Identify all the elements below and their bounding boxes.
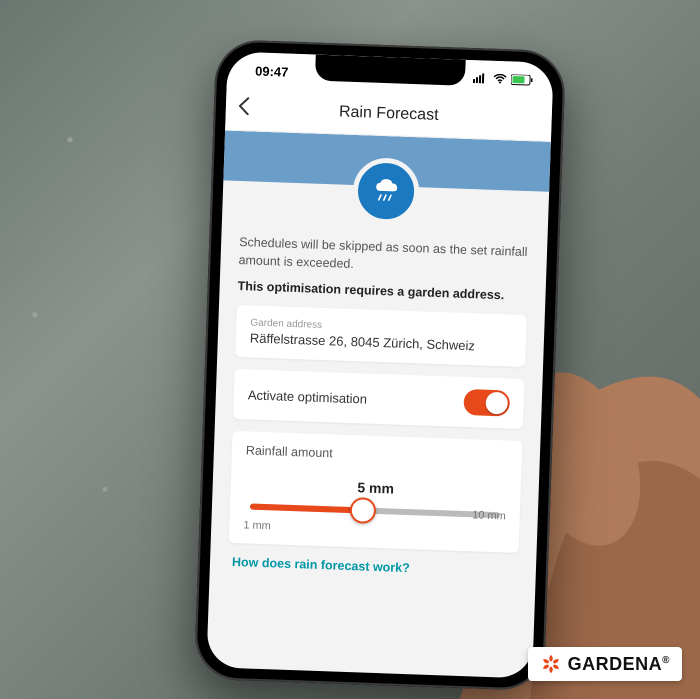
- phone-notch: [315, 55, 466, 86]
- activate-label: Activate optimisation: [248, 387, 368, 406]
- signal-icon: [473, 73, 489, 84]
- rain-cloud-icon: [352, 157, 420, 225]
- battery-icon: [511, 74, 533, 86]
- back-button[interactable]: [237, 97, 250, 121]
- slider-min: 1 mm: [243, 520, 271, 533]
- rainfall-label: Rainfall amount: [246, 444, 508, 467]
- page-title: Rain Forecast: [226, 99, 552, 128]
- brand-badge: GARDENA®: [528, 647, 682, 681]
- toggle-knob: [485, 392, 508, 415]
- phone-screen: 09:47 Rain Forecast: [206, 51, 553, 678]
- activate-toggle[interactable]: [463, 389, 510, 417]
- slider-fill: [250, 504, 363, 514]
- rainfall-slider[interactable]: [250, 504, 500, 519]
- chevron-left-icon: [238, 97, 251, 115]
- wifi-icon: [493, 74, 507, 84]
- address-card[interactable]: Garden address Räffelstrasse 26, 8045 Zü…: [235, 305, 527, 367]
- scene-background: 09:47 Rain Forecast: [0, 0, 700, 699]
- activate-card: Activate optimisation: [233, 369, 525, 429]
- brand-name: GARDENA®: [568, 654, 670, 675]
- slider-max: 10 mm: [472, 510, 506, 523]
- rainfall-value: 5 mm: [244, 476, 506, 501]
- gardena-logo-icon: [540, 653, 562, 675]
- requirement-text: This optimisation requires a garden addr…: [237, 279, 527, 303]
- status-icons: [473, 73, 533, 86]
- slider-thumb[interactable]: [349, 497, 376, 524]
- slider-range-labels: 1 mm 10 mm: [243, 520, 505, 541]
- rainfall-card: Rainfall amount 5 mm 1 mm 10 mm: [229, 431, 523, 553]
- help-link[interactable]: How does rain forecast work?: [232, 555, 514, 579]
- content-area: Schedules will be skipped as soon as the…: [209, 218, 547, 589]
- hero-icon-container: [222, 152, 550, 229]
- description-text: Schedules will be skipped as soon as the…: [238, 233, 529, 279]
- status-time: 09:47: [247, 63, 289, 79]
- phone-frame: 09:47 Rain Forecast: [194, 39, 566, 691]
